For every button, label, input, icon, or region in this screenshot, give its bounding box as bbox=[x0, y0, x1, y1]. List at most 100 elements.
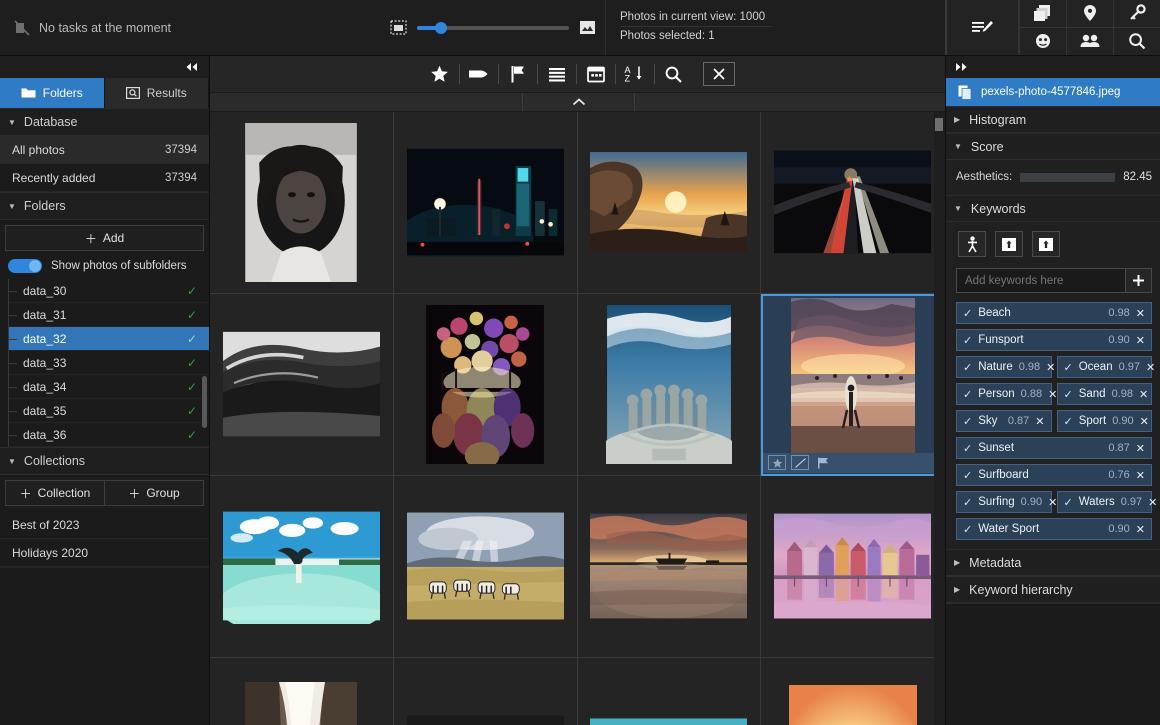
keyword-tag[interactable]: ✓ Nature 0.98 ✕ bbox=[956, 356, 1055, 378]
remove-keyword-icon[interactable]: ✕ bbox=[1146, 361, 1155, 374]
keyword-input[interactable] bbox=[956, 268, 1126, 293]
remove-keyword-icon[interactable]: ✕ bbox=[1136, 307, 1145, 320]
photo-night-city[interactable] bbox=[393, 111, 578, 294]
tab-folders[interactable]: Folders bbox=[0, 78, 105, 108]
section-collections[interactable]: ▼ Collections bbox=[0, 447, 209, 475]
folder-item[interactable]: data_34 ✓ bbox=[9, 375, 209, 399]
section-metadata[interactable]: ▶ Metadata bbox=[946, 549, 1160, 576]
sidebar-item-recently-added[interactable]: Recently added 37394 bbox=[0, 164, 209, 192]
add-folder-button[interactable]: ＋ Add bbox=[5, 225, 204, 251]
thumbnail-size-slider[interactable] bbox=[416, 21, 569, 34]
flag-icon[interactable] bbox=[814, 455, 832, 470]
keyword-tag[interactable]: ✓ Ocean 0.97 ✕ bbox=[1056, 356, 1155, 378]
photo-surfer-sunset[interactable] bbox=[761, 293, 945, 476]
slider-handle[interactable] bbox=[434, 21, 447, 34]
section-histogram[interactable]: ▶ Histogram bbox=[946, 106, 1160, 133]
section-keywords[interactable]: ▼ Keywords bbox=[946, 195, 1160, 222]
duplicates-stack-icon[interactable] bbox=[1019, 0, 1066, 28]
date-filter-button[interactable] bbox=[577, 60, 615, 88]
right-panel-collapse-button[interactable] bbox=[946, 56, 1160, 78]
remove-keyword-icon[interactable]: ✕ bbox=[1136, 523, 1145, 536]
keyword-tag[interactable]: ✓ Surfboard 0.76 ✕ bbox=[956, 464, 1152, 486]
photo-underwater-statues[interactable] bbox=[577, 293, 762, 476]
keyword-tag[interactable]: ✓ Person 0.88 ✕ bbox=[956, 383, 1057, 405]
folder-item[interactable]: data_35 ✓ bbox=[9, 399, 209, 423]
photo-portrait-bw[interactable] bbox=[210, 111, 394, 294]
add-group-button[interactable]: ＋ Group bbox=[105, 480, 204, 506]
face-recognition-icon[interactable] bbox=[1019, 27, 1066, 55]
people-icon[interactable] bbox=[1066, 27, 1113, 55]
keyword-tag[interactable]: ✓ Sunset 0.87 ✕ bbox=[956, 437, 1152, 459]
photo-boat-lake-sunset[interactable] bbox=[577, 475, 762, 658]
remove-keyword-icon[interactable]: ✕ bbox=[1139, 388, 1148, 401]
collection-item[interactable]: Holidays 2020 bbox=[0, 539, 209, 567]
import-keywords-button[interactable] bbox=[995, 231, 1023, 257]
sidebar-collapse-button[interactable] bbox=[0, 56, 209, 78]
keyword-tag[interactable]: ✓ Surfing 0.90 ✕ bbox=[956, 491, 1057, 513]
photo-bokeh-lights[interactable] bbox=[393, 293, 578, 476]
grid-collapse-button[interactable] bbox=[523, 93, 635, 111]
keyword-tag[interactable]: ✓ Sport 0.90 ✕ bbox=[1056, 410, 1152, 432]
remove-keyword-icon[interactable]: ✕ bbox=[1035, 415, 1044, 428]
rating-filter-button[interactable] bbox=[421, 60, 459, 88]
key-icon[interactable] bbox=[1113, 0, 1160, 28]
tag-icon[interactable] bbox=[791, 455, 810, 471]
folder-item[interactable]: data_31 ✓ bbox=[9, 303, 209, 327]
keyword-tag[interactable]: ✓ Waters 0.97 ✕ bbox=[1056, 491, 1157, 513]
folder-item[interactable]: data_36 ✓ bbox=[9, 423, 209, 447]
photo-teal-water[interactable] bbox=[577, 657, 762, 725]
keyword-tag[interactable]: ✓ Water Sport 0.90 ✕ bbox=[956, 518, 1152, 540]
add-collection-button[interactable]: ＋ Collection bbox=[5, 480, 105, 506]
close-filter-button[interactable] bbox=[702, 62, 735, 87]
export-keywords-button[interactable] bbox=[1032, 231, 1060, 257]
grid-scrollbar[interactable] bbox=[934, 111, 945, 725]
selected-file-header[interactable]: pexels-photo-4577846.jpeg bbox=[946, 78, 1160, 106]
folder-item[interactable]: data_30 ✓ bbox=[9, 279, 209, 303]
list-view-button[interactable] bbox=[538, 60, 576, 88]
keyword-tag[interactable]: ✓ Sand 0.98 ✕ bbox=[1056, 383, 1152, 405]
keyword-tag[interactable]: ✓ Beach 0.98 ✕ bbox=[956, 302, 1152, 324]
photo-dark-blur[interactable] bbox=[393, 657, 578, 725]
show-subfolders-toggle-row[interactable]: Show photos of subfolders bbox=[0, 253, 209, 279]
show-subfolders-toggle[interactable] bbox=[8, 259, 42, 273]
remove-keyword-icon[interactable]: ✕ bbox=[1136, 334, 1145, 347]
keyword-tag[interactable]: ✓ Sky 0.87 ✕ bbox=[956, 410, 1052, 432]
sidebar-item-all-photos[interactable]: All photos 37394 bbox=[0, 136, 209, 164]
photo-sunrise-cliff[interactable] bbox=[577, 111, 762, 294]
remove-keyword-icon[interactable]: ✕ bbox=[1046, 361, 1055, 374]
tab-results[interactable]: Results bbox=[104, 78, 209, 108]
photo-waterfall[interactable] bbox=[210, 657, 394, 725]
folder-item-selected[interactable]: data_32 ✓ bbox=[9, 327, 209, 351]
search-icon[interactable] bbox=[1113, 27, 1160, 55]
folder-item[interactable]: data_33 ✓ bbox=[9, 351, 209, 375]
remove-keyword-icon[interactable]: ✕ bbox=[1136, 469, 1145, 482]
remove-keyword-icon[interactable]: ✕ bbox=[1140, 415, 1149, 428]
remove-keyword-icon[interactable]: ✕ bbox=[1136, 442, 1145, 455]
collection-item[interactable]: Best of 2023 bbox=[0, 511, 209, 539]
photo-zebras-savanna[interactable] bbox=[393, 475, 578, 658]
photo-light-trails[interactable] bbox=[761, 111, 945, 294]
remove-keyword-icon[interactable]: ✕ bbox=[1148, 496, 1157, 509]
photo-wave-bw[interactable] bbox=[210, 293, 394, 476]
sort-button[interactable]: AZ bbox=[616, 60, 654, 88]
section-database[interactable]: ▼ Database bbox=[0, 108, 209, 136]
add-keyword-button[interactable] bbox=[1126, 268, 1152, 293]
map-pin-icon[interactable] bbox=[1066, 0, 1113, 28]
section-folders[interactable]: ▼ Folders bbox=[0, 192, 209, 220]
folder-scrollbar[interactable] bbox=[202, 376, 207, 429]
search-button[interactable] bbox=[655, 60, 693, 88]
notes-edit-icon[interactable] bbox=[947, 0, 1019, 55]
keyword-tag[interactable]: ✓ Funsport 0.90 ✕ bbox=[956, 329, 1152, 351]
grid-scrollbar-thumb[interactable] bbox=[935, 117, 943, 131]
photo-pink-harbor-town[interactable] bbox=[761, 475, 945, 658]
label-filter-button[interactable] bbox=[460, 60, 498, 88]
small-thumbnail-icon[interactable] bbox=[389, 20, 407, 35]
section-keyword-hierarchy[interactable]: ▶ Keyword hierarchy bbox=[946, 576, 1160, 603]
large-thumbnail-icon[interactable] bbox=[579, 20, 596, 35]
flag-filter-button[interactable] bbox=[499, 60, 537, 88]
photo-beach-lagoon[interactable] bbox=[210, 475, 394, 658]
section-score[interactable]: ▼ Score bbox=[946, 133, 1160, 160]
star-icon[interactable] bbox=[768, 455, 787, 471]
photo-golden-sun[interactable] bbox=[761, 657, 945, 725]
detect-persons-button[interactable] bbox=[958, 231, 986, 257]
